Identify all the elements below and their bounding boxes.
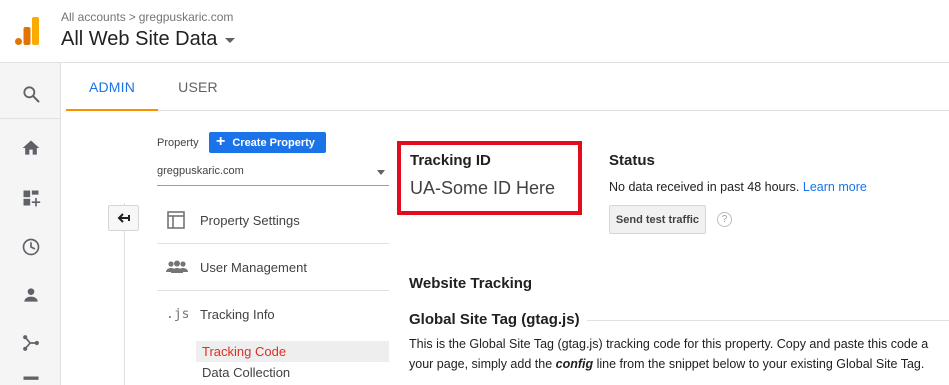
left-nav [0, 63, 61, 385]
website-tracking-title: Website Tracking [409, 275, 533, 292]
global-site-tag-title: Global Site Tag (gtag.js) [409, 311, 580, 328]
behavior-icon [23, 376, 38, 380]
description-text-b: line from the snippet below to your exis… [593, 357, 925, 371]
status-text: No data received in past 48 hours. Learn… [609, 180, 867, 194]
nav-home[interactable] [0, 123, 61, 173]
breadcrumb-account[interactable]: gregpuskaric.com [139, 10, 234, 24]
nav-behavior[interactable] [0, 368, 61, 385]
nav-audience[interactable] [0, 270, 61, 320]
property-select[interactable]: gregpuskaric.com [157, 158, 389, 186]
acquisition-icon [22, 335, 39, 351]
realtime-clock-icon [22, 238, 39, 256]
nav-realtime[interactable] [0, 222, 61, 272]
js-icon: .js [157, 307, 200, 322]
status-message: No data received in past 48 hours. [609, 180, 800, 194]
help-icon[interactable]: ? [717, 212, 732, 227]
description-line-1: This is the Global Site Tag (gtag.js) tr… [409, 337, 929, 351]
property-settings-icon [157, 210, 200, 230]
admin-tabs: ADMIN USER [66, 63, 949, 111]
property-label: Property [157, 137, 199, 149]
menu-label-user-management: User Management [200, 259, 307, 275]
tab-admin[interactable]: ADMIN [66, 63, 158, 111]
nav-customization[interactable] [0, 173, 61, 223]
config-keyword: config [555, 357, 594, 371]
global-site-tag-description: This is the Global Site Tag (gtag.js) tr… [409, 334, 949, 374]
menu-user-management[interactable]: User Management [157, 244, 389, 291]
collapse-button[interactable] [108, 205, 139, 231]
submenu-tracking-code[interactable]: Tracking Code [196, 341, 389, 362]
plus-icon: + [216, 133, 226, 150]
section-divider [587, 320, 949, 321]
view-selector[interactable]: All Web Site Data [61, 28, 236, 51]
breadcrumb[interactable]: All accounts > gregpuskaric.com [61, 10, 233, 24]
menu-property-settings[interactable]: Property Settings [157, 197, 389, 244]
tracking-id-label: Tracking ID [410, 152, 491, 169]
audience-person-icon [23, 288, 38, 302]
menu-label-tracking-info: Tracking Info [200, 307, 275, 322]
js-icon-text: .js [166, 307, 190, 322]
view-title: All Web Site Data [61, 28, 218, 50]
status-title: Status [609, 152, 655, 169]
nav-acquisition[interactable] [0, 318, 61, 368]
nav-search[interactable] [0, 69, 61, 119]
submenu-data-collection[interactable]: Data Collection [196, 362, 389, 383]
home-icon [22, 140, 39, 155]
top-header: All accounts > gregpuskaric.com All Web Si… [0, 0, 949, 63]
user-management-icon [157, 259, 200, 275]
tracking-id-highlight: Tracking ID UA-Some ID Here [397, 141, 582, 215]
dropdown-caret-icon [377, 170, 385, 175]
menu-tracking-info[interactable]: .js Tracking Info [157, 291, 389, 338]
chevron-down-icon [225, 38, 236, 43]
create-property-label: Create Property [232, 136, 315, 149]
menu-label-property-settings: Property Settings [200, 212, 300, 228]
customization-icon [23, 190, 40, 207]
tab-user[interactable]: USER [158, 63, 238, 110]
create-property-button[interactable]: + Create Property [209, 132, 326, 153]
description-text-a: your page, simply add the [409, 357, 556, 371]
send-test-traffic-button[interactable]: Send test traffic [609, 205, 706, 234]
tracking-id-value[interactable]: UA-Some ID Here [410, 178, 578, 199]
property-selected-value: gregpuskaric.com [157, 165, 244, 177]
back-arrow-icon [117, 213, 130, 223]
breadcrumb-separator: > [128, 10, 136, 24]
analytics-logo-icon[interactable] [15, 17, 39, 45]
search-icon [22, 86, 39, 103]
description-line-2: your page, simply add the config line fr… [409, 354, 949, 374]
breadcrumb-root[interactable]: All accounts [61, 10, 126, 24]
learn-more-link[interactable]: Learn more [803, 180, 867, 194]
